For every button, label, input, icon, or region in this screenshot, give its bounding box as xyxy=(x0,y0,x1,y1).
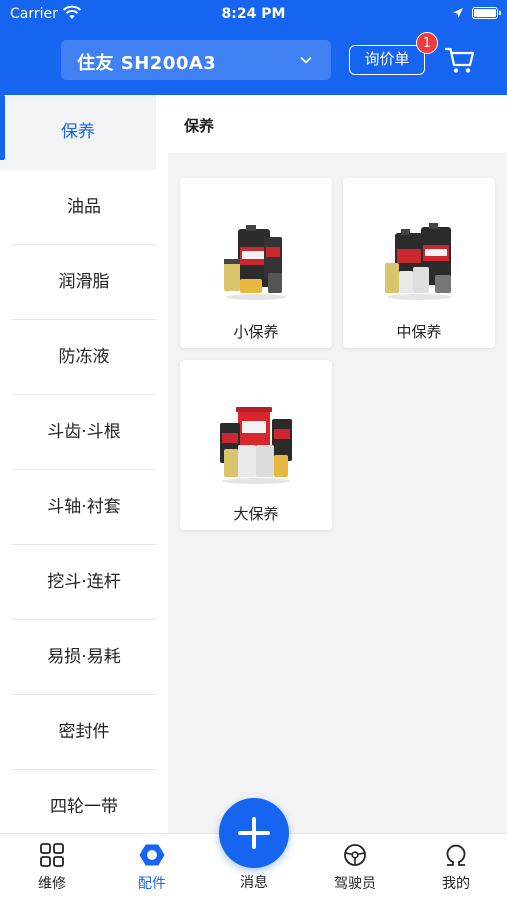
section-header: 保养 xyxy=(168,95,507,153)
tab-repair[interactable]: 维修 xyxy=(12,834,92,900)
sidebar-item-label: 四轮一带 xyxy=(50,797,118,817)
oil-kit-small-image xyxy=(224,225,286,300)
inquiry-count-badge: 1 xyxy=(416,32,438,54)
hex-nut-icon xyxy=(139,844,165,866)
tab-parts[interactable]: 配件 xyxy=(112,834,192,900)
model-name: 住友 SH200A3 xyxy=(77,53,217,74)
sidebar-item-buckets-links[interactable]: 挖斗·连杆 xyxy=(12,545,156,620)
oil-kit-large-image xyxy=(220,407,292,484)
sidebar-item-bucket-teeth[interactable]: 斗齿·斗根 xyxy=(12,395,156,470)
oil-kit-medium-image xyxy=(385,223,451,300)
sidebar-item-label: 油品 xyxy=(67,197,101,217)
sidebar-item-label: 保养 xyxy=(61,122,95,142)
grid-icon xyxy=(40,843,64,867)
sidebar-item-label: 挖斗·连杆 xyxy=(47,572,121,592)
omega-icon xyxy=(446,844,466,866)
product-card-large-maintenance[interactable]: 大保养 xyxy=(180,360,332,530)
tab-label: 配件 xyxy=(138,876,166,892)
model-selector[interactable]: 住友 SH200A3 xyxy=(61,40,331,80)
location-arrow-icon xyxy=(453,8,463,18)
steering-wheel-icon xyxy=(344,844,366,866)
cart-icon[interactable] xyxy=(444,44,476,76)
active-indicator xyxy=(0,95,5,160)
product-label: 大保养 xyxy=(233,505,279,523)
tab-label: 维修 xyxy=(38,876,66,892)
chevron-down-icon xyxy=(300,56,312,64)
sidebar-item-oils[interactable]: 油品 xyxy=(12,170,156,245)
sidebar-item-seals[interactable]: 密封件 xyxy=(12,695,156,770)
sidebar-item-label: 防冻液 xyxy=(58,347,110,367)
sidebar-item-antifreeze[interactable]: 防冻液 xyxy=(12,320,156,395)
sidebar-item-bucket-pins[interactable]: 斗轴·衬套 xyxy=(12,470,156,545)
sidebar-item-label: 易损·易耗 xyxy=(47,647,121,667)
sidebar-item-label: 斗轴·衬套 xyxy=(47,497,121,517)
inquiry-list-button[interactable]: 询价单 xyxy=(349,45,425,75)
product-card-small-maintenance[interactable]: 小保养 xyxy=(180,178,332,348)
sidebar-item-label: 斗齿·斗根 xyxy=(47,422,121,442)
section-title: 保养 xyxy=(184,117,215,135)
app-header: Carrier 8:24 PM 住友 SH200A3 询价单 1 xyxy=(0,0,507,95)
tab-label: 我的 xyxy=(442,876,470,892)
sidebar-item-label: 润滑脂 xyxy=(58,272,110,292)
sidebar-item-label: 密封件 xyxy=(58,722,110,742)
sidebar-item-undercarriage[interactable]: 四轮一带 xyxy=(12,770,156,835)
tab-mine[interactable]: 我的 xyxy=(416,834,496,900)
status-bar: Carrier 8:24 PM xyxy=(0,0,507,28)
product-label: 中保养 xyxy=(396,323,442,341)
product-label: 小保养 xyxy=(233,323,279,341)
status-time: 8:24 PM xyxy=(221,6,286,22)
sidebar-item-maintenance[interactable]: 保养 xyxy=(0,95,156,170)
sidebar-item-grease[interactable]: 润滑脂 xyxy=(12,245,156,320)
category-sidebar: 保养 油品 润滑脂 防冻液 斗齿·斗根 斗轴·衬套 挖斗·连杆 易损·易耗 密封… xyxy=(0,95,168,835)
tab-messages-label: 消息 xyxy=(240,875,268,891)
sidebar-item-wear-parts[interactable]: 易损·易耗 xyxy=(12,620,156,695)
messages-plus-button[interactable] xyxy=(219,798,289,868)
tab-driver[interactable]: 驾驶员 xyxy=(315,834,395,900)
tab-label: 驾驶员 xyxy=(334,876,376,892)
battery-icon xyxy=(472,7,501,19)
product-card-medium-maintenance[interactable]: 中保养 xyxy=(343,178,495,348)
